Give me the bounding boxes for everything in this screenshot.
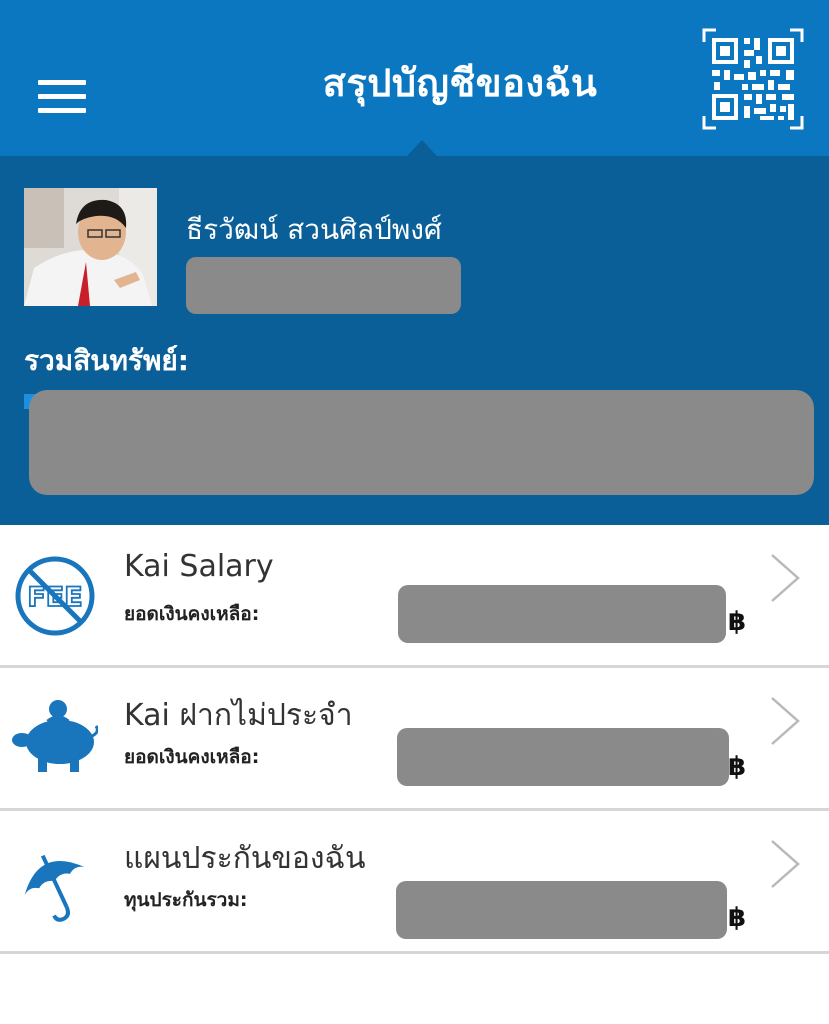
account-title: Kai ฝากไม่ประจำ: [124, 698, 353, 733]
header-caret: [406, 140, 438, 157]
redacted-account-id: [186, 257, 461, 314]
account-title: แผนประกันของฉัน: [124, 841, 366, 876]
account-row-kai-salary[interactable]: FEE Kai Salary ยอดเงินคงเหลือ: ฿: [0, 525, 829, 668]
account-subtitle: ทุนประกันรวม:: [124, 889, 248, 911]
no-fee-icon: FEE: [15, 556, 95, 636]
chevron-right-icon: [771, 840, 800, 888]
qr-code-icon[interactable]: [702, 28, 804, 130]
redacted-assets-summary: [29, 390, 814, 495]
account-subtitle: ยอดเงินคงเหลือ:: [124, 746, 260, 768]
app-header: สรุปบัญชีของฉัน: [0, 0, 829, 157]
user-name: ธีรวัฒน์ สวนศิลป์พงศ์: [186, 213, 442, 246]
account-row-kai-savings[interactable]: Kai ฝากไม่ประจำ ยอดเงินคงเหลือ: ฿: [0, 668, 829, 811]
redacted-balance: [397, 728, 729, 786]
currency-symbol: ฿: [728, 607, 747, 637]
account-title: Kai Salary: [124, 549, 274, 584]
page-title: สรุปบัญชีของฉัน: [322, 61, 598, 105]
currency-symbol: ฿: [728, 752, 747, 782]
umbrella-icon: [24, 854, 85, 922]
piggy-bank-icon: [12, 700, 98, 772]
profile-panel: ธีรวัฒน์ สวนศิลป์พงศ์ รวมสินทรัพย์:: [0, 156, 829, 525]
avatar[interactable]: [24, 188, 157, 306]
total-assets-label: รวมสินทรัพย์:: [24, 344, 190, 377]
redacted-balance: [398, 585, 726, 643]
account-subtitle: ยอดเงินคงเหลือ:: [124, 603, 260, 625]
redacted-sum-insured: [396, 881, 727, 939]
hamburger-menu-icon[interactable]: [38, 78, 88, 118]
chevron-right-icon: [771, 554, 800, 602]
account-list: FEE Kai Salary ยอดเงินคงเหลือ: ฿ Kai ฝาก…: [0, 525, 829, 954]
currency-symbol: ฿: [728, 903, 747, 933]
chevron-right-icon: [771, 697, 800, 745]
svg-text:FEE: FEE: [27, 582, 82, 613]
account-row-insurance[interactable]: แผนประกันของฉัน ทุนประกันรวม: ฿: [0, 811, 829, 954]
